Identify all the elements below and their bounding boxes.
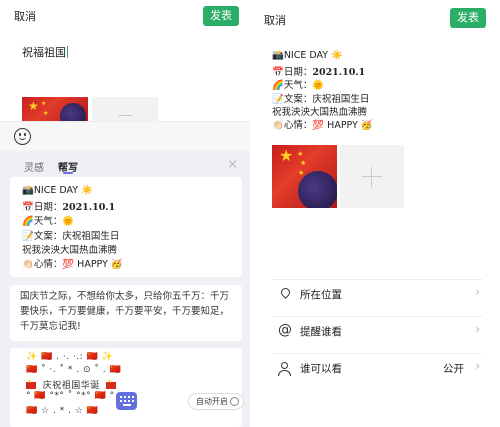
option-remind[interactable]: @ 提醒谁看 › <box>272 316 482 344</box>
chevron-right-icon: › <box>475 322 480 336</box>
photo-thumbnail[interactable]: ★ ★ ★ ★ <box>272 145 337 208</box>
post-line: 📸NICE DAY ☀️ <box>272 50 343 61</box>
card-line: 📅日期：2021.10.1 <box>22 199 115 213</box>
location-pin-icon <box>278 286 292 302</box>
star-icon: ★ <box>28 99 39 113</box>
chevron-right-icon: › <box>475 359 480 373</box>
suggestion-text: 国庆节之际，不想给你太多，只给你五千万：千万要快乐，千万要健康，千万要平安，千万… <box>20 291 230 332</box>
post-text: 祝福祖国 <box>22 46 66 59</box>
post-text-input[interactable]: 祝福祖国 <box>22 44 68 60</box>
decorative-row: 🇨🇳 ☆ . * . ☆ 🇨🇳 <box>26 406 99 416</box>
post-line: 📝文案：庆祝祖国生日 <box>272 94 370 105</box>
post-line: 📅日期：2021.10.1 <box>272 64 365 78</box>
suggestion-card[interactable]: 国庆节之际，不想给你太多，只给你五千万：千万要快乐，千万要健康，千万要平安，千万… <box>10 285 242 341</box>
publish-button[interactable]: 发表 <box>203 6 239 26</box>
toggle-circle-icon <box>230 397 239 406</box>
screen: 取消 发表 祝福祖国 ★ ★ ★ 灵感 帮写 × 📸NICE DAY ☀️ 📅日… <box>0 0 500 427</box>
option-label: 谁可以看 <box>300 363 342 375</box>
chevron-right-icon: › <box>475 285 480 299</box>
preview-panel: 取消 发表 📸NICE DAY ☀️ 📅日期：2021.10.1 🌈天气：🌞 📝… <box>250 0 500 427</box>
add-photo-button[interactable] <box>340 145 404 208</box>
date-label: 📅日期： <box>22 202 63 213</box>
star-icon: ★ <box>279 146 294 165</box>
card-line: 📝文案：庆祝祖国生日 <box>22 231 120 242</box>
text-cursor <box>67 46 68 58</box>
plus-icon <box>118 115 132 116</box>
decorative-row: 🇨🇳 ˚ ·. ˚ * . ⊙ ˚ . 🇨🇳 <box>26 365 122 375</box>
emoji-icon[interactable] <box>14 128 31 145</box>
star-icon: ★ <box>43 110 49 117</box>
option-label: 所在位置 <box>300 289 342 301</box>
at-icon: @ <box>278 322 292 338</box>
card-line: 祝我泱泱大国热血沸腾 <box>22 245 118 256</box>
add-photo-button[interactable] <box>92 97 158 123</box>
keyboard-icon[interactable] <box>116 392 137 410</box>
date-value: 2021.10.1 <box>62 202 116 213</box>
option-location[interactable]: 所在位置 › <box>272 279 482 307</box>
photo-figure <box>298 171 337 208</box>
decorative-row: ° 🇨🇳 °*° ˚ °*° 🇨🇳 ° <box>26 391 115 401</box>
option-value: 公开 <box>443 363 464 375</box>
post-line: 🌈天气：🌞 <box>272 80 325 91</box>
star-icon: ★ <box>41 100 47 107</box>
publish-button[interactable]: 发表 <box>450 8 486 28</box>
card-line: 🌈天气：🌞 <box>22 216 75 227</box>
celebration-text: 庆祝祖国华诞 <box>42 381 100 391</box>
star-icon: ★ <box>300 159 307 167</box>
option-label: 提醒谁看 <box>300 326 342 338</box>
person-icon <box>278 362 292 376</box>
option-visibility[interactable]: 谁可以看 公开 › <box>272 353 482 381</box>
decorative-row: ✨ 🇨🇳 . ·. ·.: 🇨🇳 ✨ <box>26 352 114 362</box>
tab-inspiration[interactable]: 灵感 <box>24 159 44 174</box>
auto-enable-label: 自动开启 <box>196 397 228 406</box>
cancel-button[interactable]: 取消 <box>14 8 36 24</box>
auto-enable-toggle[interactable]: 自动开启 <box>188 393 244 410</box>
emoji-toolbar <box>0 121 250 151</box>
photo-figure <box>60 103 86 123</box>
suggestion-card[interactable]: 📸NICE DAY ☀️ 📅日期：2021.10.1 🌈天气：🌞 📝文案：庆祝祖… <box>10 177 242 277</box>
suggestion-card[interactable]: ✨ 🇨🇳 . ·. ·.: 🇨🇳 ✨ 🇨🇳 ˚ ·. ˚ * . ⊙ ˚ . 🇨… <box>10 348 242 427</box>
compose-panel: 取消 发表 祝福祖国 ★ ★ ★ 灵感 帮写 × 📸NICE DAY ☀️ 📅日… <box>0 0 250 427</box>
post-line: 祝我泱泱大国热血沸腾 <box>272 107 368 118</box>
close-icon[interactable]: × <box>227 157 238 172</box>
cancel-button[interactable]: 取消 <box>264 12 286 28</box>
card-line: 📸NICE DAY ☀️ <box>22 185 93 196</box>
active-tab-indicator <box>63 172 73 174</box>
decorative-row: 庆祝祖国华诞 <box>26 378 117 391</box>
photo-thumbnail[interactable]: ★ ★ ★ <box>22 97 88 123</box>
plus-icon <box>371 167 372 187</box>
card-line: 👏🏻心情：💯 HAPPY 🥳 <box>22 259 123 270</box>
plus-icon <box>362 176 382 177</box>
post-line: 👏🏻心情：💯 HAPPY 🥳 <box>272 120 373 131</box>
